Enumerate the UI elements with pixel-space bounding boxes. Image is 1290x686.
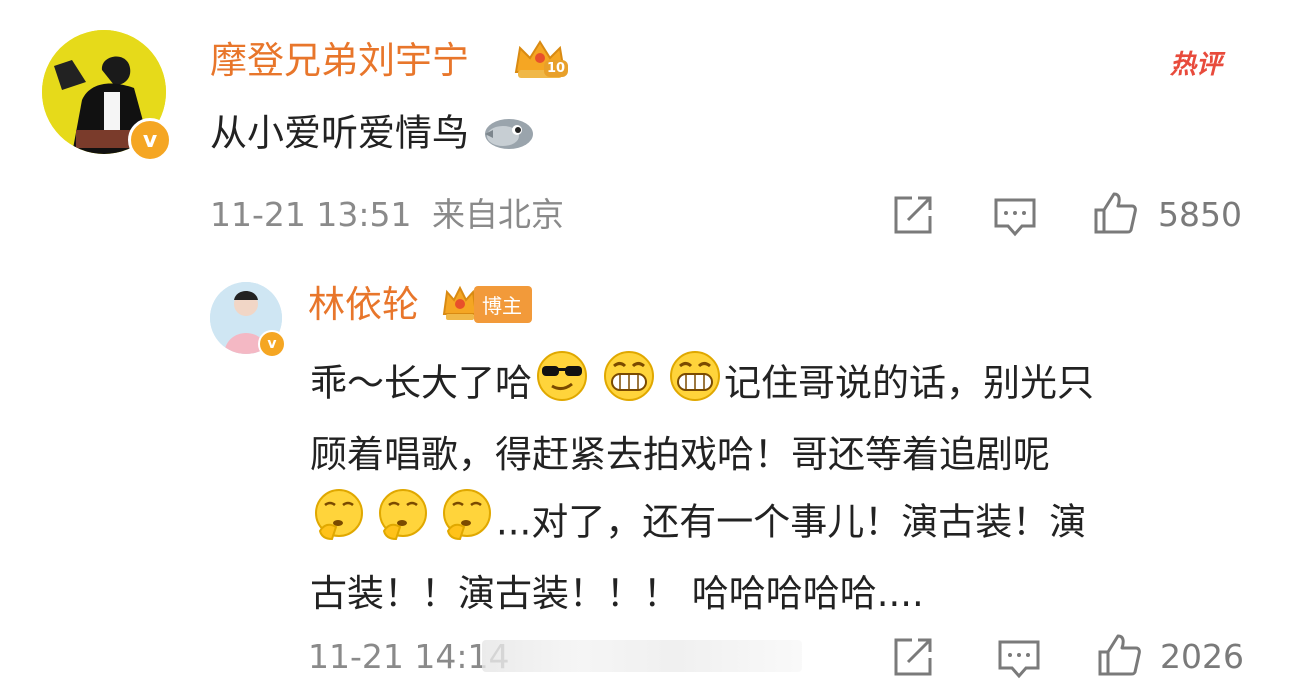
hot-comment-label: 热评: [1170, 50, 1223, 80]
reply-like-count: 2026: [1160, 637, 1244, 676]
like-icon[interactable]: [1092, 190, 1138, 236]
grin-emoji: [666, 348, 724, 422]
watermark: [482, 640, 802, 672]
reply-text: 乖～长大了哈 记住哥说的话，别光只 顾着唱歌，得赶紧去拍戏哈！哥还等着追剧呢 ..…: [310, 348, 1230, 626]
reply-verified-badge: v: [258, 330, 286, 358]
reply-text-line-3: 顾着唱歌，得赶紧去拍戏哈！哥还等着追剧呢: [310, 433, 1050, 476]
comment-location: 来自北京: [431, 195, 564, 234]
crown-icon: 10: [512, 38, 569, 82]
thinking-emoji: [374, 487, 432, 561]
comment-like-count: 5850: [1158, 195, 1242, 234]
reply-text-line-4: ...对了，还有一个事儿！演古装！演: [496, 500, 1087, 544]
comment-icon[interactable]: [992, 194, 1038, 240]
verified-badge: v: [128, 118, 172, 162]
thinking-emoji: [438, 487, 496, 561]
reply-text-line-1: 乖～长大了哈: [310, 361, 532, 405]
comment-meta: 11-21 13:51 来自北京: [210, 198, 564, 231]
comment-text: 从小爱听爱情鸟: [210, 112, 535, 158]
share-icon[interactable]: [890, 192, 936, 238]
reply-timestamp: 11-21 14:14: [308, 637, 510, 676]
comment-text-body: 从小爱听爱情鸟: [210, 111, 469, 155]
like-icon[interactable]: [1096, 632, 1142, 678]
share-icon[interactable]: [890, 634, 936, 680]
comment-username[interactable]: 摩登兄弟刘宇宁: [210, 42, 469, 79]
crown-icon: [442, 285, 478, 320]
thinking-emoji: [310, 487, 368, 561]
reply-text-line-5: 古装！！演古装！！！ 哈哈哈哈哈....: [310, 572, 924, 615]
grin-emoji: [600, 348, 658, 422]
cool-emoji: [532, 348, 592, 422]
reply-username[interactable]: 林依轮: [308, 286, 419, 323]
rank-badge: 10: [544, 60, 569, 77]
bird-emoji: [481, 112, 535, 158]
comment-timestamp: 11-21 13:51: [210, 195, 412, 234]
blogger-badge-label: 博主: [474, 285, 532, 323]
reply-text-line-2: 记住哥说的话，别光只: [724, 361, 1094, 405]
blogger-badge: 博主: [442, 284, 532, 324]
comment-icon[interactable]: [996, 636, 1042, 682]
